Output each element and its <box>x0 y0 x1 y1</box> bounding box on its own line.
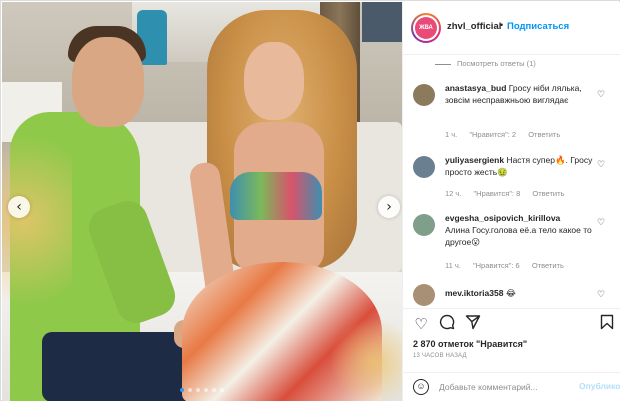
chevron-left-icon[interactable]: ‹ <box>8 196 30 218</box>
heart-icon[interactable]: ♡ <box>597 160 609 172</box>
likes-count[interactable]: 2 870 отметок "Нравится" <box>413 339 527 349</box>
carousel-dot <box>188 388 192 392</box>
comment-meta: 1 ч. "Нравится": 2 Ответить <box>445 130 570 139</box>
photo-umbrella <box>362 2 402 42</box>
carousel-dot <box>204 388 208 392</box>
carousel-dot <box>220 388 224 392</box>
comment-avatar[interactable] <box>413 214 435 236</box>
comment-meta: 11 ч. "Нравится": 6 Ответить <box>445 261 574 270</box>
comment-body: mev.iktoria358 😂 <box>445 287 593 299</box>
photo-woman-face <box>244 42 304 120</box>
comment-avatar[interactable] <box>413 284 435 306</box>
photo-sparkle <box>2 132 72 352</box>
comment-likes[interactable]: "Нравится": 6 <box>473 261 520 270</box>
heart-icon[interactable]: ♡ <box>411 314 431 334</box>
comment-text: 😂 <box>505 288 516 298</box>
comment-text: Алина Госу.голова её.а тело какое то дру… <box>445 225 592 247</box>
comment-meta: 12 ч. "Нравится": 8 Ответить <box>445 189 574 198</box>
avatar-logo[interactable]: ЖВА <box>415 17 437 39</box>
photo-woman-top <box>230 172 322 220</box>
divider-line <box>435 63 451 65</box>
comment-likes[interactable]: "Нравится": 8 <box>474 189 521 198</box>
comment-icon[interactable] <box>437 314 457 334</box>
heart-icon[interactable]: ♡ <box>597 290 609 302</box>
comment-username[interactable]: evgesha_osipovich_kirillova <box>445 213 560 223</box>
comment-likes[interactable]: "Нравится": 2 <box>469 130 516 139</box>
comment-reply-button[interactable]: Ответить <box>532 189 564 198</box>
separator-dot: • <box>500 20 504 30</box>
bookmark-icon-glyph <box>600 314 614 330</box>
chevron-right-icon[interactable]: › <box>378 196 400 218</box>
comment-time[interactable]: 1 ч. <box>445 130 457 139</box>
comment-username[interactable]: mev.iktoria358 <box>445 288 503 298</box>
post-header: ЖВА zhvl_official • Подписаться <box>403 2 620 55</box>
post-photo[interactable]: ‹ › <box>2 2 402 401</box>
comment-reply-button[interactable]: Ответить <box>528 130 560 139</box>
comment-body: evgesha_osipovich_kirillova Алина Госу.г… <box>445 212 593 248</box>
comment-composer: ☺ Опубликовать <box>403 372 620 401</box>
comment-avatar[interactable] <box>413 84 435 106</box>
comment-icon-glyph <box>439 314 455 330</box>
emoji-icon[interactable]: ☺ <box>413 379 429 395</box>
header-username[interactable]: zhvl_official <box>447 21 501 32</box>
comment-reply-button[interactable]: Ответить <box>532 261 564 270</box>
view-replies-label: Посмотреть ответы (1) <box>457 59 536 68</box>
comment-time[interactable]: 12 ч. <box>445 189 461 198</box>
comment-avatar[interactable] <box>413 156 435 178</box>
comment-body: anastasya_bud Гросу ніби лялька, зовсім … <box>445 82 593 106</box>
post-timestamp[interactable]: 13 часов назад <box>413 353 467 359</box>
carousel-dot <box>196 388 200 392</box>
carousel-dot <box>180 388 184 392</box>
photo-man-face <box>72 37 144 127</box>
heart-icon[interactable]: ♡ <box>597 218 609 230</box>
heart-icon[interactable]: ♡ <box>597 90 609 102</box>
comment-body: yuliyasergienk Настя супер🔥. Гросу прост… <box>445 154 593 178</box>
share-icon[interactable] <box>463 314 483 334</box>
post-frame: ‹ › ЖВА zhvl_official • Подписаться Посм… <box>0 0 620 401</box>
carousel-dots <box>2 388 402 392</box>
post-side-panel: ЖВА zhvl_official • Подписаться Посмотре… <box>402 2 620 401</box>
post-actions: ♡ <box>403 308 620 338</box>
comment-time[interactable]: 11 ч. <box>445 261 461 270</box>
photo-sparkle <box>332 302 402 401</box>
carousel-dot <box>212 388 216 392</box>
follow-button[interactable]: Подписаться <box>507 21 569 32</box>
comment-username[interactable]: anastasya_bud <box>445 83 506 93</box>
bookmark-icon[interactable] <box>597 314 617 334</box>
comment-input[interactable] <box>439 380 579 394</box>
publish-button[interactable]: Опубликовать <box>579 381 620 391</box>
view-replies-link[interactable]: Посмотреть ответы (1) <box>435 59 536 68</box>
comment-username[interactable]: yuliyasergienk <box>445 155 504 165</box>
share-icon-glyph <box>465 315 481 330</box>
